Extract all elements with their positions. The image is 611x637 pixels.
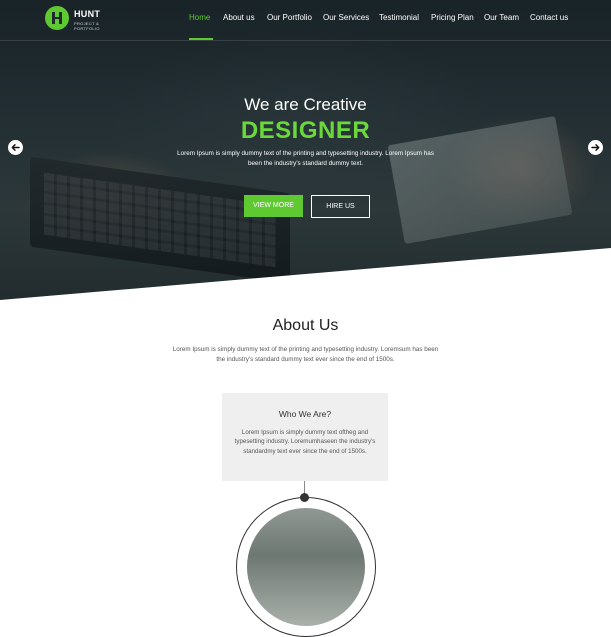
view-more-button[interactable]: VIEW MORE — [244, 195, 303, 217]
nav-our-portfolio[interactable]: Our Portfolio — [267, 13, 312, 22]
about-description: Lorem Ipsum is simply dummy text of the … — [172, 346, 439, 363]
slider-next-button[interactable] — [588, 140, 603, 155]
nav-contact-us[interactable]: Contact us — [530, 13, 568, 22]
arrow-left-icon — [11, 144, 20, 151]
who-we-are-card: Who We Are? Lorem Ipsum is simply dummy … — [222, 393, 388, 481]
nav-home[interactable]: Home — [189, 13, 210, 22]
hire-us-button[interactable]: HIRE US — [311, 195, 370, 218]
nav-testimonial[interactable]: Testimonial — [379, 13, 419, 22]
who-we-are-title: Who We Are? — [278, 409, 332, 419]
slider-prev-button[interactable] — [8, 140, 23, 155]
site-header: HUNT PROJECT & PORTFOLIO Home About us O… — [0, 0, 611, 41]
timeline-circle-image — [236, 497, 376, 637]
nav-our-team[interactable]: Our Team — [484, 13, 519, 22]
nav-our-services[interactable]: Our Services — [323, 13, 369, 22]
hero-highlight: DESIGNER — [240, 117, 371, 144]
hero-title: We are Creative — [244, 95, 367, 114]
hero-slider: HUNT PROJECT & PORTFOLIO Home About us O… — [0, 0, 611, 300]
timeline-dot — [300, 493, 309, 502]
main-nav: Home About us Our Portfolio Our Services… — [0, 13, 611, 40]
hero-description: Lorem Ipsum is simply dummy text of the … — [177, 150, 434, 167]
nav-pricing-plan[interactable]: Pricing Plan — [431, 13, 474, 22]
team-photo — [247, 508, 365, 626]
about-title: About Us — [272, 317, 339, 334]
nav-active-underline — [189, 38, 213, 40]
who-we-are-description: Lorem Ipsum is simply dummy text oftheg … — [234, 429, 376, 455]
nav-about-us[interactable]: About us — [223, 13, 255, 22]
arrow-right-icon — [591, 144, 600, 151]
